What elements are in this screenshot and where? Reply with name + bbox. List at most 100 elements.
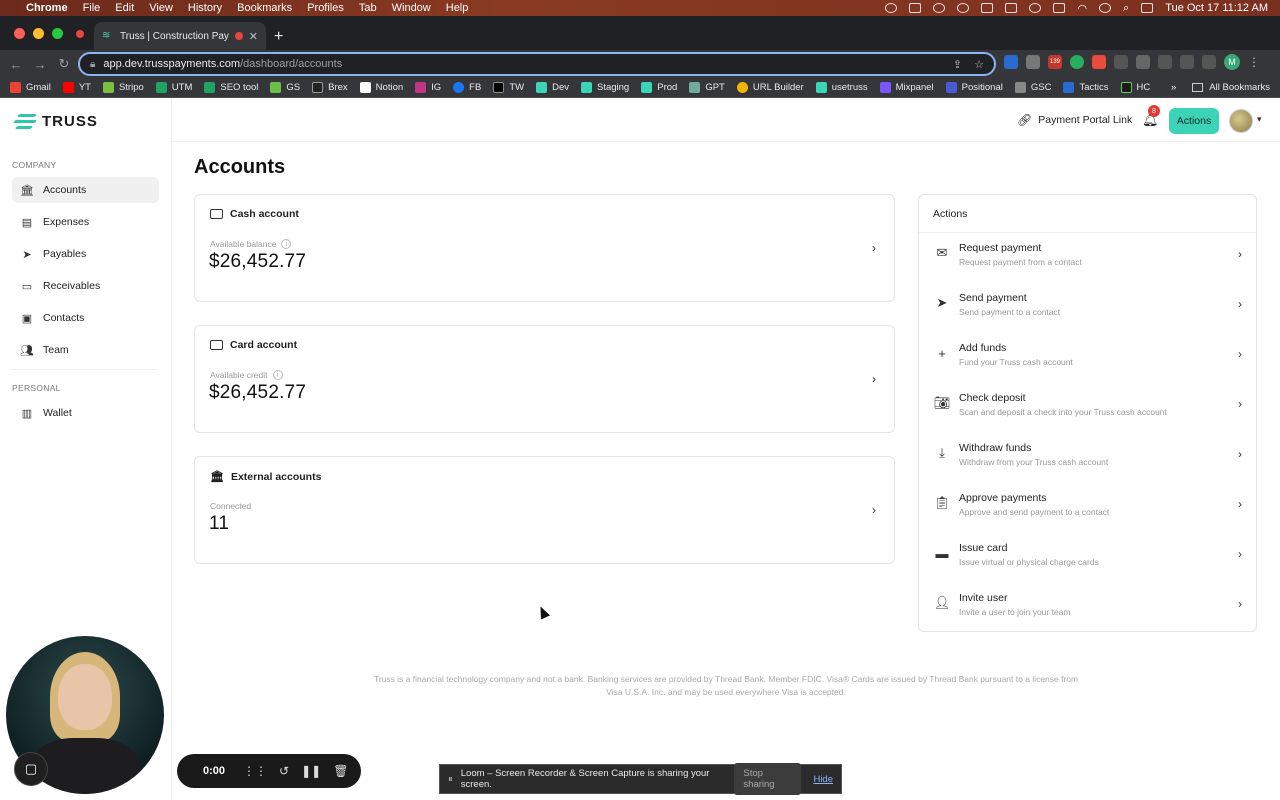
user-avatar[interactable] <box>1229 109 1253 133</box>
card-account-card[interactable]: Card account Available credit i $26,452.… <box>194 325 895 433</box>
address-bar[interactable]: 🔒︎ app.dev.trusspayments.com /dashboard/… <box>78 52 996 76</box>
bookmark-url-builder[interactable]: URL Builder <box>736 82 804 93</box>
drag-handle-icon[interactable]: ⏸︎ <box>448 774 453 785</box>
bookmark-tactics[interactable]: Tactics <box>1063 82 1109 93</box>
bookmark-gmail[interactable]: Gmail <box>10 82 51 93</box>
share-icon[interactable]: ⇪ <box>953 58 962 71</box>
browser-tab-active[interactable]: ≋ Truss | Construction Paym ✕ <box>94 22 266 50</box>
action-check-deposit[interactable]: 📷︎ Check deposit Scan and deposit a chec… <box>919 383 1256 433</box>
spotlight-icon[interactable]: ⌕ <box>1123 2 1129 15</box>
extension-icon[interactable] <box>1114 55 1128 69</box>
more-menu-icon[interactable]: ⋮ <box>1248 55 1260 69</box>
hide-sharing-bar-link[interactable]: Hide <box>813 774 833 785</box>
sidebar-item-payables[interactable]: ➤ Payables <box>12 241 159 267</box>
menu-history[interactable]: History <box>188 2 222 14</box>
puzzle-icon[interactable] <box>1136 55 1150 69</box>
bookmark-gpt[interactable]: GPT <box>689 82 725 93</box>
reload-icon[interactable]: ↻ <box>52 56 76 72</box>
chevron-more-icon[interactable]: » <box>1171 82 1176 93</box>
action-approve-payments[interactable]: 📋︎ Approve payments Approve and send pay… <box>919 483 1256 533</box>
bookmark-ig[interactable]: IG <box>415 82 441 93</box>
bookmark-hc[interactable]: HC <box>1120 82 1150 93</box>
extension-icon[interactable] <box>1004 55 1018 69</box>
bookmark-notion[interactable]: Notion <box>359 82 403 93</box>
action-issue-card[interactable]: ▬ Issue card Issue virtual or physical c… <box>919 533 1256 583</box>
menu-help[interactable]: Help <box>446 2 469 14</box>
close-tab-icon[interactable]: ✕ <box>249 30 258 43</box>
new-tab-button[interactable]: + <box>274 28 283 46</box>
download-icon[interactable] <box>1180 55 1194 69</box>
bookmark-fb[interactable]: FB <box>453 82 481 93</box>
battery-icon[interactable] <box>1053 3 1066 13</box>
sidebar-item-expenses[interactable]: ▤ Expenses <box>12 209 159 235</box>
bookmark-brex[interactable]: Brex <box>312 82 348 93</box>
grammarly-icon[interactable] <box>1070 55 1084 69</box>
extension-badge-icon[interactable]: 139 <box>1048 55 1062 69</box>
action-invite-user[interactable]: 👤︎ Invite user Invite a user to join you… <box>919 583 1256 633</box>
bookmark-utm[interactable]: UTM <box>155 82 192 93</box>
zoom-window-icon[interactable] <box>52 28 63 39</box>
actions-button[interactable]: Actions <box>1169 108 1219 134</box>
site-info-icon[interactable]: 🔒︎ <box>90 59 95 70</box>
minimize-window-icon[interactable] <box>33 28 44 39</box>
bookmark-prod[interactable]: Prod <box>641 82 677 93</box>
control-center-icon[interactable] <box>1141 3 1154 13</box>
forward-icon[interactable]: → <box>28 57 52 72</box>
back-icon[interactable]: ← <box>4 57 28 72</box>
status-icon[interactable] <box>1029 3 1042 13</box>
bookmark-usetruss[interactable]: usetruss <box>815 82 868 93</box>
chevron-right-icon[interactable]: › <box>872 241 876 255</box>
bookmark-stripo[interactable]: Stripo <box>102 82 144 93</box>
action-send-payment[interactable]: ➤ Send payment Send payment to a contact… <box>919 283 1256 333</box>
user-icon[interactable] <box>1099 3 1112 13</box>
status-icon[interactable] <box>981 3 994 13</box>
grid-icon[interactable]: ⋮⋮ <box>243 764 267 778</box>
sidebar-item-team[interactable]: 👥︎ Team <box>12 337 159 363</box>
menu-view[interactable]: View <box>149 2 173 14</box>
stop-sharing-button[interactable]: Stop sharing <box>734 763 802 795</box>
menu-tab[interactable]: Tab <box>359 2 377 14</box>
close-window-icon[interactable] <box>14 28 25 39</box>
extension-icon[interactable] <box>1092 55 1106 69</box>
media-icon[interactable] <box>1158 55 1172 69</box>
menu-file[interactable]: File <box>83 2 101 14</box>
sidebar-item-receivables[interactable]: ▭ Receivables <box>12 273 159 299</box>
status-icon[interactable] <box>909 3 922 13</box>
menu-app-name[interactable]: Chrome <box>26 2 68 14</box>
bookmark-tw[interactable]: TW <box>493 82 524 93</box>
menu-bookmarks[interactable]: Bookmarks <box>237 2 292 14</box>
status-icon[interactable] <box>1005 3 1018 13</box>
menu-window[interactable]: Window <box>392 2 431 14</box>
profile-avatar[interactable]: M <box>1224 54 1240 70</box>
trash-icon[interactable]: 🗑︎ <box>333 764 348 778</box>
payment-portal-link-button[interactable]: 🔗︎ Payment Portal Link <box>1017 113 1132 127</box>
pause-icon[interactable]: ❚❚ <box>301 764 321 778</box>
sidebar-item-accounts[interactable]: 🏛︎ Accounts <box>12 177 159 203</box>
external-accounts-card[interactable]: 🏛︎ External accounts Connected 11 › <box>194 456 895 564</box>
bookmark-positional[interactable]: Positional <box>945 82 1003 93</box>
bookmark-dev[interactable]: Dev <box>536 82 569 93</box>
sidepanel-icon[interactable] <box>1202 55 1216 69</box>
chevron-down-icon[interactable]: ▾ <box>1257 114 1262 125</box>
all-bookmarks[interactable]: » All Bookmarks <box>1171 82 1270 93</box>
bookmark-seo[interactable]: SEO tool <box>204 82 258 93</box>
bookmark-yt[interactable]: YT <box>62 82 91 93</box>
menu-profiles[interactable]: Profiles <box>307 2 344 14</box>
status-icon[interactable] <box>933 3 946 13</box>
sidebar-item-wallet[interactable]: ▥ Wallet <box>12 400 159 426</box>
bookmark-gs[interactable]: GS <box>270 82 300 93</box>
bookmark-mixpanel[interactable]: Mixpanel <box>879 82 934 93</box>
extension-icon[interactable] <box>1026 55 1040 69</box>
status-icon[interactable] <box>885 3 898 13</box>
cash-account-card[interactable]: Cash account Available balance i $26,452… <box>194 194 895 302</box>
chat-support-button[interactable]: ▢ <box>14 752 48 786</box>
sidebar-item-contacts[interactable]: ▣ Contacts <box>12 305 159 331</box>
status-icon[interactable] <box>957 3 970 13</box>
menubar-clock[interactable]: Tue Oct 17 11:12 AM <box>1165 2 1268 14</box>
chevron-right-icon[interactable]: › <box>872 503 876 517</box>
bookmark-star-icon[interactable]: ☆ <box>974 58 984 71</box>
bookmark-staging[interactable]: Staging <box>581 82 629 93</box>
action-request-payment[interactable]: ✉︎ Request payment Request payment from … <box>919 233 1256 283</box>
chevron-right-icon[interactable]: › <box>872 372 876 386</box>
notifications-button[interactable]: 🔔︎ 8 <box>1142 105 1160 128</box>
